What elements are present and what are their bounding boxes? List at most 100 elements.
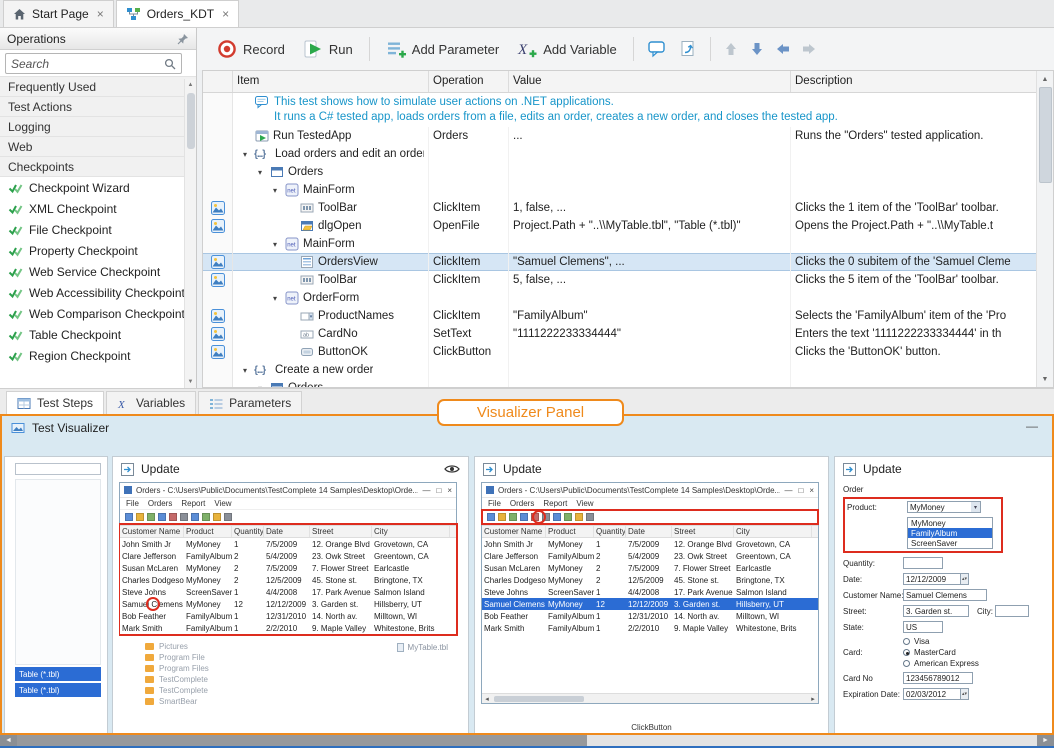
test-step-row[interactable]: ▾{...}Load orders and edit an order [203,145,1038,163]
toolbar-mini-icon[interactable] [191,513,199,521]
test-step-row[interactable]: ▾Orders [203,379,1038,388]
expiration-date-field[interactable]: 02/03/2012 [903,688,961,700]
visualizer-image-icon[interactable] [211,273,225,287]
minimize-icon[interactable]: — [422,486,430,495]
close-icon[interactable]: × [447,486,452,495]
orders-row[interactable]: Charles DodgesonMyMoney212/5/200945. Sto… [482,574,818,586]
menu-item-file[interactable]: File [126,499,139,508]
column-header-description[interactable]: Description [791,71,1038,92]
operations-item-xml-checkpoint[interactable]: XML Checkpoint [0,198,196,219]
menu-item-view[interactable]: View [214,499,231,508]
operations-category-test-actions[interactable]: Test Actions [0,96,196,117]
toolbar-mini-icon[interactable] [125,513,133,521]
column-header-item[interactable]: Item [233,71,429,92]
run-button[interactable]: Run [295,35,361,63]
toolbar-mini-icon[interactable] [564,513,572,521]
radio-mastercard[interactable]: MasterCard [903,648,979,657]
test-step-row[interactable]: ▾netMainForm [203,181,1038,199]
column-header-value[interactable]: Value [509,71,791,92]
menu-item-orders[interactable]: Orders [148,499,172,508]
scrollbar-thumb[interactable] [494,696,584,702]
quantity-field[interactable] [903,557,943,569]
orders-row[interactable]: Susan McLarenMyMoney27/5/20097. Flower S… [120,562,456,574]
orders-row[interactable]: Clare JeffersonFamilyAlbum25/4/200923. O… [120,550,456,562]
test-step-row[interactable]: OrdersViewClickItem"Samuel Clemens", ...… [203,253,1038,271]
tab-test-steps[interactable]: Test Steps [6,391,104,414]
orders-row[interactable]: Samuel ClemensMyMoney1212/12/20093. Gard… [482,598,818,610]
orders-row[interactable]: Charles DodgesonMyMoney212/5/200945. Sto… [120,574,456,586]
search-input[interactable] [11,57,160,71]
menu-item-view[interactable]: View [576,499,593,508]
operations-item-region-checkpoint[interactable]: Region Checkpoint [0,345,196,366]
toolbar-mini-icon[interactable] [509,513,517,521]
spinner-icon[interactable]: ▴▾ [961,573,969,585]
orders-row[interactable]: Bob FeatherFamilyAlbum112/31/201014. Nor… [482,610,818,622]
move-up-button[interactable] [719,37,743,61]
toolbar-mini-icon[interactable] [487,513,495,521]
visualizer-thumbnail-1[interactable]: Update Orders - C:\Users\Public\Document… [112,456,469,734]
expand-arrow-icon[interactable]: ▾ [239,366,251,375]
move-down-button[interactable] [745,37,769,61]
menu-item-file[interactable]: File [488,499,501,508]
orders-row[interactable]: Bob FeatherFamilyAlbum112/31/201014. Nor… [120,610,456,622]
operations-category-frequently-used[interactable]: Frequently Used [0,76,196,97]
radio-visa[interactable]: Visa [903,637,979,646]
operations-item-table-checkpoint[interactable]: Table Checkpoint [0,324,196,345]
folder-item[interactable]: TestComplete [145,674,462,685]
city-field[interactable] [995,605,1029,617]
operations-item-web-service-checkpoint[interactable]: Web Service Checkpoint [0,261,196,282]
product-combobox[interactable]: MyMoney▾ [907,501,981,513]
orders-row[interactable]: Steve JohnsScreenSaver14/4/200817. Park … [482,586,818,598]
orders-row[interactable]: Susan McLarenMyMoney27/5/20097. Flower S… [482,562,818,574]
move-right-button[interactable] [797,37,821,61]
test-step-row[interactable]: abCardNoSetText"1111222233334444"Enters … [203,325,1038,343]
maximize-icon[interactable]: □ [798,486,803,495]
visualizer-thumbnail-2[interactable]: Update Orders - C:\Users\Public\Document… [474,456,829,734]
grid-vertical-scrollbar[interactable]: ▲ ▼ [1036,71,1053,387]
visualizer-thumbnail-3[interactable]: Update OrderProduct:MyMoney▾MyMoneyFamil… [834,456,1054,734]
grid-comment-row[interactable]: This test shows how to simulate user act… [203,93,1038,127]
product-option[interactable]: ScreenSaver [908,538,992,548]
operations-item-web-accessibility-checkpoint[interactable]: Web Accessibility Checkpoint [0,282,196,303]
card-no-field[interactable]: 123456789012 [903,672,973,684]
orders-row[interactable]: Mark SmithFamilyAlbum12/2/20109. Maple V… [120,622,456,634]
scrollbar-thumb[interactable] [1039,87,1052,183]
orders-row[interactable]: Steve JohnsScreenSaver14/4/200817. Park … [120,586,456,598]
toolbar-mini-icon[interactable] [169,513,177,521]
orders-row[interactable]: John Smith JrMyMoney17/5/200912. Orange … [482,538,818,550]
test-step-row[interactable]: ▾Orders [203,163,1038,181]
state-field[interactable]: US [903,621,943,633]
test-step-row[interactable]: Run TestedAppOrders...Runs the "Orders" … [203,127,1038,145]
scroll-left-icon[interactable]: ◄ [0,735,17,746]
toolbar-mini-icon[interactable] [180,513,188,521]
operations-category-checkpoints[interactable]: Checkpoints [0,156,196,177]
orders-row[interactable]: Mark SmithFamilyAlbum12/2/20109. Maple V… [482,622,818,634]
expand-arrow-icon[interactable]: ▾ [269,186,281,195]
pin-icon[interactable] [177,33,189,45]
scrollbar-thumb[interactable] [17,735,587,746]
scroll-right-icon[interactable]: ▸ [808,695,818,703]
folder-item[interactable]: Program File [145,652,462,663]
visualizer-image-icon[interactable] [211,327,225,341]
tab-orders-kdt[interactable]: Orders_KDT × [116,0,239,27]
toolbar-mini-icon[interactable] [158,513,166,521]
expand-arrow-icon[interactable]: ▾ [269,240,281,249]
folder-item[interactable]: TestComplete [145,685,462,696]
test-step-row[interactable]: ProductNamesClickItem"FamilyAlbum"Select… [203,307,1038,325]
tab-variables[interactable]: X Variables [106,391,196,414]
move-left-button[interactable] [771,37,795,61]
record-button[interactable]: Record [209,35,293,63]
spinner-icon[interactable]: ▴▾ [961,688,969,700]
add-comment-button[interactable] [642,36,672,62]
toolbar-mini-icon[interactable] [498,513,506,521]
expand-arrow-icon[interactable]: ▾ [254,168,266,177]
add-variable-button[interactable]: X Add Variable [509,35,624,63]
operations-scrollbar[interactable]: ▲ ▼ [184,79,196,388]
test-step-row[interactable]: ToolBarClickItem5, false, ...Clicks the … [203,271,1038,289]
test-step-row[interactable]: dlgOpenOpenFileProject.Path + "..\\MyTab… [203,217,1038,235]
scroll-down-icon[interactable]: ▼ [185,376,197,388]
scroll-left-icon[interactable]: ◂ [482,695,492,703]
operations-category-logging[interactable]: Logging [0,116,196,137]
folder-item[interactable]: SmartBear [145,696,462,707]
toolbar-mini-icon[interactable] [147,513,155,521]
